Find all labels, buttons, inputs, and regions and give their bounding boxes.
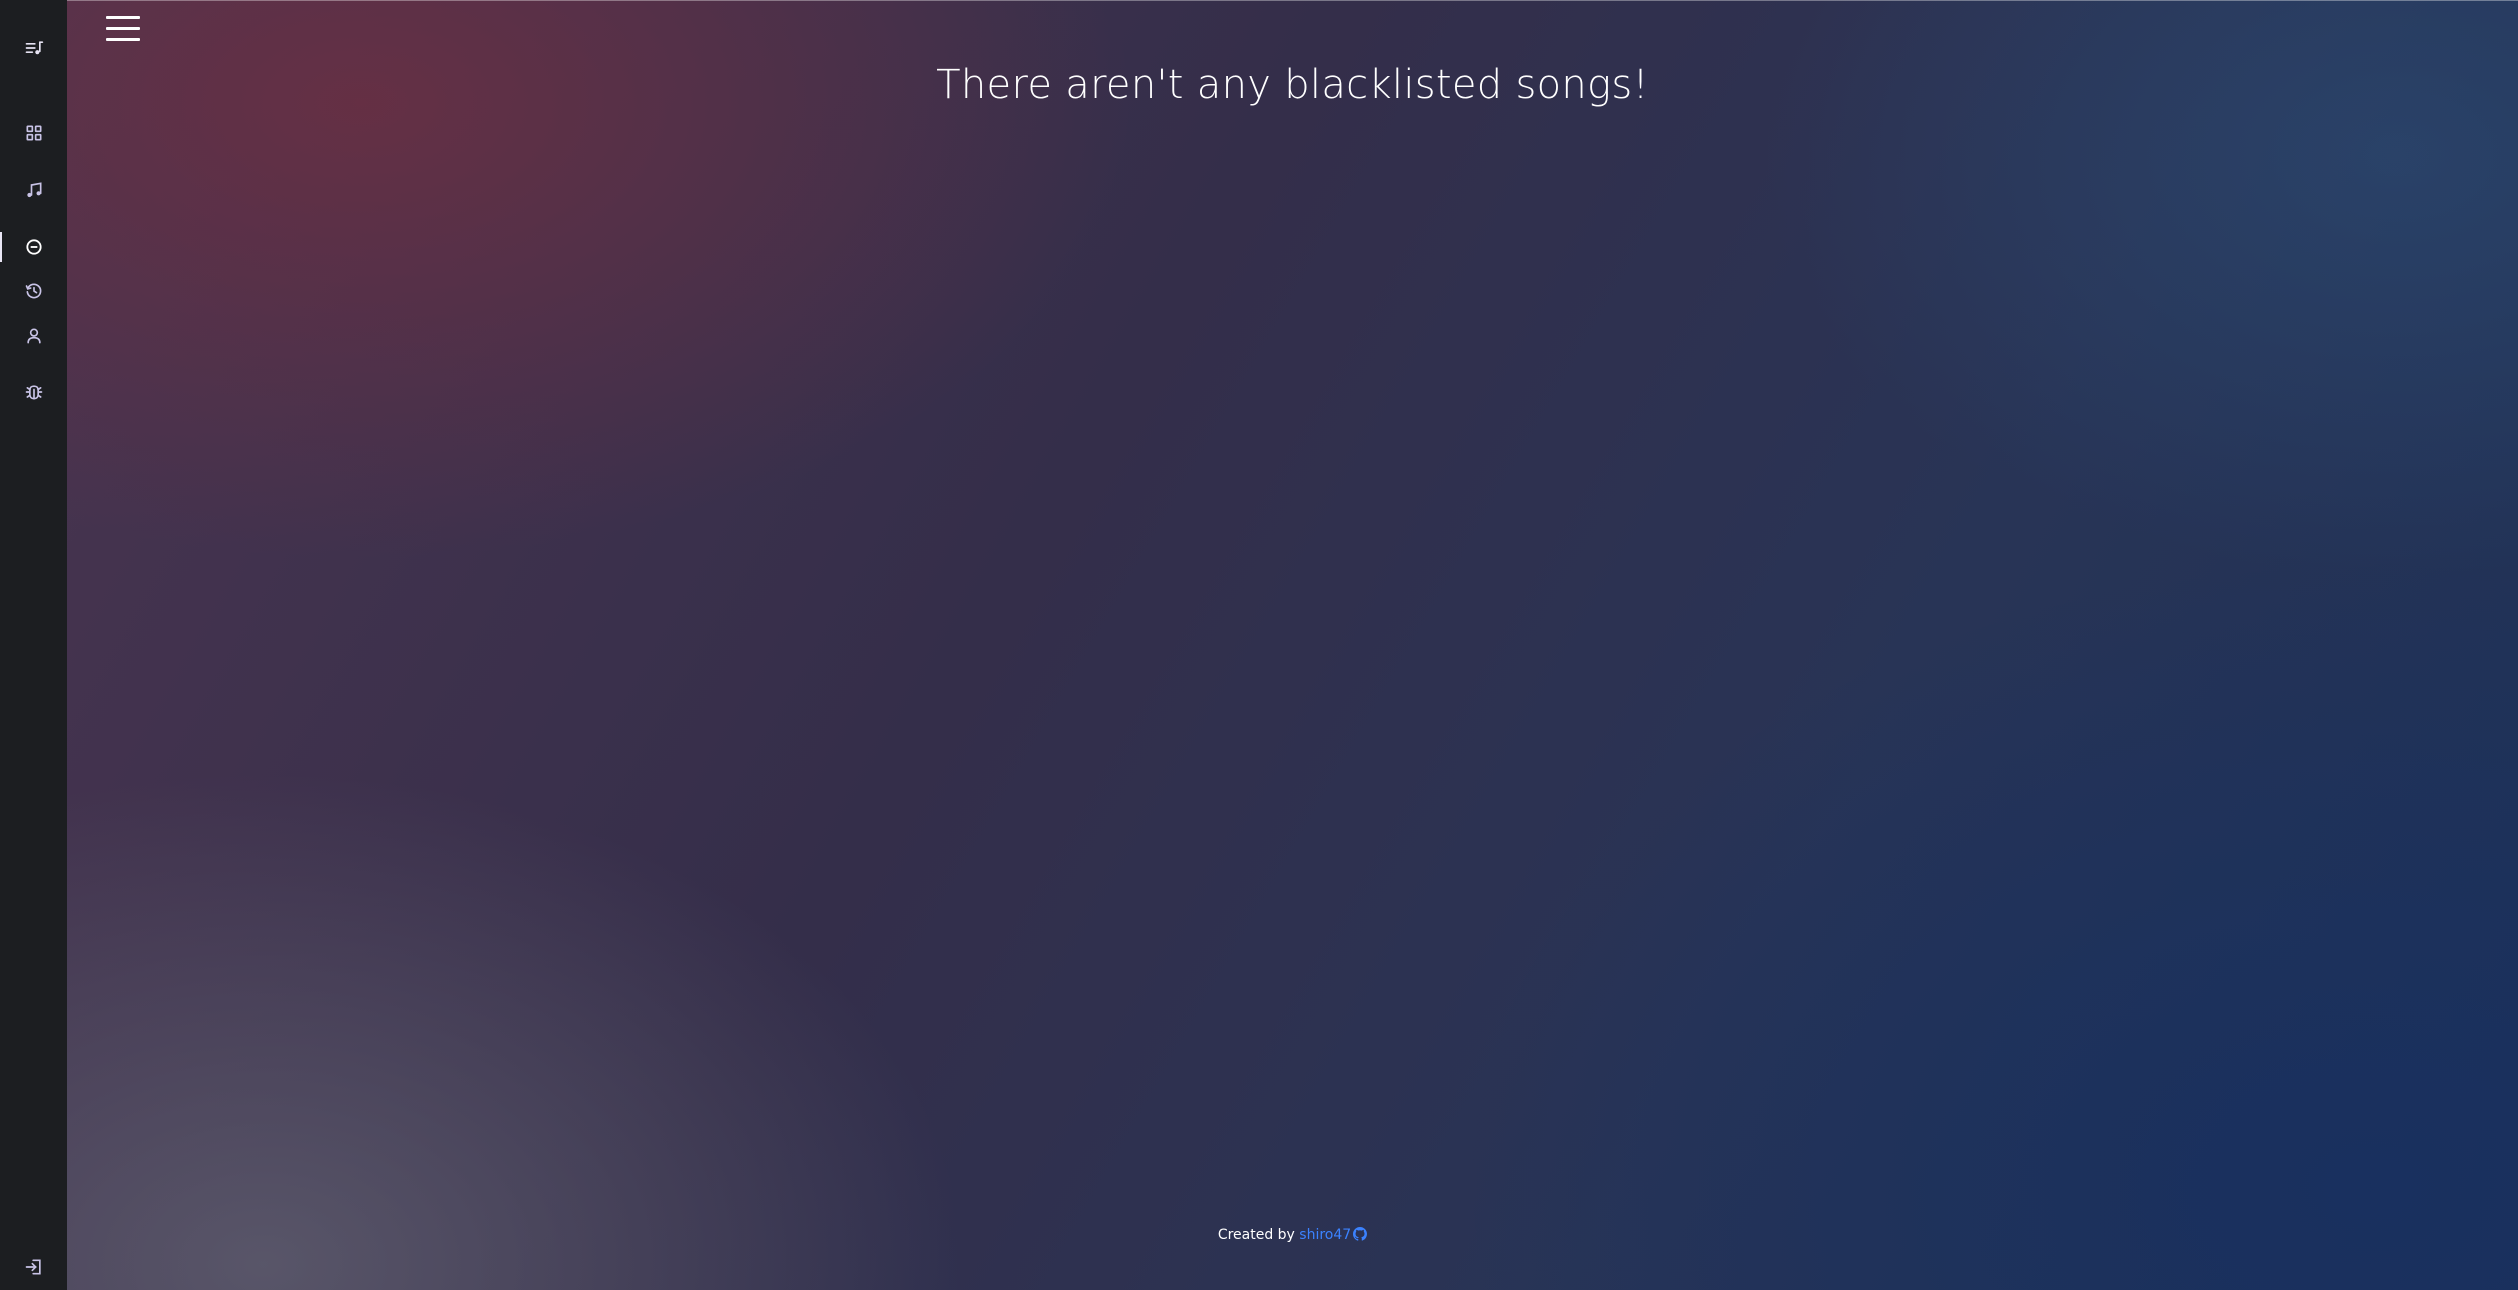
sidebar-item-songs[interactable]	[0, 168, 67, 212]
footer: Created by shiro47	[67, 1227, 2518, 1243]
music-note-icon	[26, 182, 42, 198]
sidebar-item-logo[interactable]	[0, 26, 67, 70]
user-icon	[26, 328, 41, 344]
sidebar-item-dashboard[interactable]	[0, 111, 67, 155]
main-content: There aren't any blacklisted songs! Crea…	[67, 0, 2518, 1290]
hamburger-icon[interactable]	[106, 16, 140, 44]
footer-prefix: Created by	[1217, 1227, 1295, 1243]
sidebar-item-debug[interactable]	[0, 370, 67, 414]
history-icon	[25, 283, 41, 299]
hamburger-line	[106, 38, 140, 41]
active-indicator	[0, 232, 2, 262]
author-link[interactable]: shiro47	[1299, 1227, 1368, 1243]
bug-icon	[25, 385, 42, 400]
minus-circle-icon	[25, 239, 42, 255]
author-name: shiro47	[1299, 1227, 1352, 1243]
empty-state-message: There aren't any blacklisted songs!	[936, 62, 1649, 108]
sidebar-item-profile[interactable]	[0, 314, 67, 358]
sidebar-item-history[interactable]	[0, 269, 67, 313]
sidebar-item-logout[interactable]	[0, 1245, 67, 1289]
hamburger-line	[106, 27, 140, 30]
github-icon	[1353, 1227, 1368, 1241]
playlist-music-icon	[25, 41, 43, 55]
grid-icon	[26, 125, 42, 141]
sidebar-item-blacklist[interactable]	[0, 225, 67, 269]
hamburger-line	[106, 16, 140, 19]
app-root: There aren't any blacklisted songs! Crea…	[0, 0, 2518, 1290]
sidebar	[0, 0, 67, 1290]
logout-icon	[25, 1259, 41, 1275]
top-border	[67, 0, 2518, 1]
